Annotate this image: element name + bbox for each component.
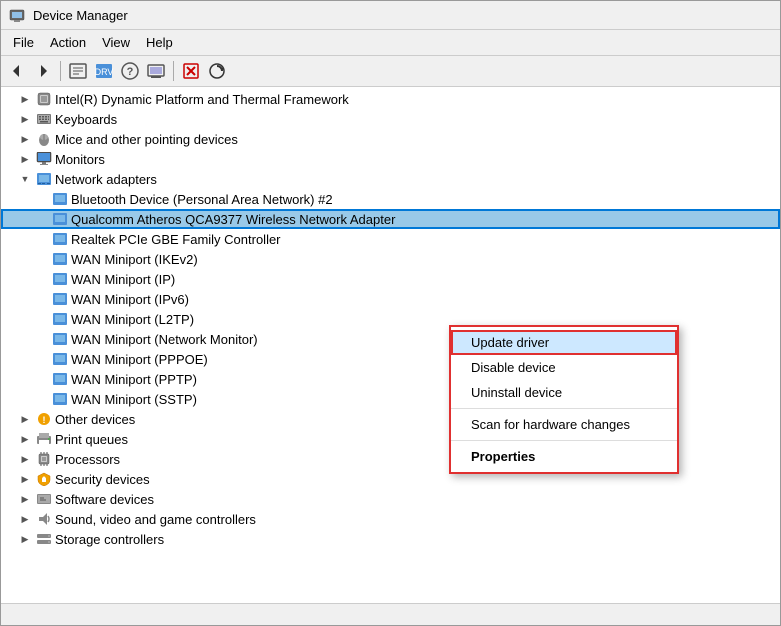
tree-item-monitors[interactable]: ▶ Monitors — [1, 149, 780, 169]
security-devices-icon — [36, 471, 52, 487]
display-device-button[interactable] — [144, 59, 168, 83]
mice-label: Mice and other pointing devices — [55, 132, 780, 147]
monitors-icon — [36, 151, 52, 167]
wan-ip-label: WAN Miniport (IP) — [71, 272, 780, 287]
tree-item-wan-ikev2[interactable]: ▶ WAN Miniport (IKEv2) — [1, 249, 780, 269]
svg-text:DRV: DRV — [95, 67, 114, 77]
expand-network-adapters[interactable]: ▼ — [17, 171, 33, 187]
expand-print-queues[interactable]: ▶ — [17, 431, 33, 447]
tree-item-storage[interactable]: ▶ Storage controllers — [1, 529, 780, 549]
expand-processors[interactable]: ▶ — [17, 451, 33, 467]
expand-security-devices[interactable]: ▶ — [17, 471, 33, 487]
content-area: ▶ Intel(R) Dynamic Platform and Thermal … — [1, 87, 780, 603]
tree-item-sound[interactable]: ▶ Sound, video and game controllers — [1, 509, 780, 529]
network-adapters-label: Network adapters — [55, 172, 780, 187]
wan-ipv6-label: WAN Miniport (IPv6) — [71, 292, 780, 307]
menu-file[interactable]: File — [5, 32, 42, 53]
software-devices-label: Software devices — [55, 492, 780, 507]
keyboards-icon — [36, 111, 52, 127]
context-menu-uninstall-device[interactable]: Uninstall device — [451, 380, 677, 405]
status-bar — [1, 603, 780, 625]
monitors-label: Monitors — [55, 152, 780, 167]
expand-monitors[interactable]: ▶ — [17, 151, 33, 167]
intel-thermal-label: Intel(R) Dynamic Platform and Thermal Fr… — [55, 92, 780, 107]
wan-ikev2-icon — [52, 251, 68, 267]
forward-button[interactable] — [31, 59, 55, 83]
wan-pptp-icon — [52, 371, 68, 387]
context-menu-disable-device[interactable]: Disable device — [451, 355, 677, 380]
sound-label: Sound, video and game controllers — [55, 512, 780, 527]
menu-help[interactable]: Help — [138, 32, 181, 53]
software-devices-icon — [36, 491, 52, 507]
wan-ikev2-label: WAN Miniport (IKEv2) — [71, 252, 780, 267]
bluetooth-icon — [52, 191, 68, 207]
keyboards-label: Keyboards — [55, 112, 780, 127]
title-text: Device Manager — [33, 8, 128, 23]
expand-software-devices[interactable]: ▶ — [17, 491, 33, 507]
svg-text:!: ! — [43, 415, 46, 425]
svg-text:?: ? — [127, 66, 134, 78]
tree-item-intel-thermal[interactable]: ▶ Intel(R) Dynamic Platform and Thermal … — [1, 89, 780, 109]
context-menu-scan-hardware[interactable]: Scan for hardware changes — [451, 412, 677, 437]
wan-pppoe-icon — [52, 351, 68, 367]
tree-item-realtek[interactable]: ▶ Realtek PCIe GBE Family Controller — [1, 229, 780, 249]
storage-icon — [36, 531, 52, 547]
expand-mice[interactable]: ▶ — [17, 131, 33, 147]
expand-keyboards[interactable]: ▶ — [17, 111, 33, 127]
scan-button[interactable] — [205, 59, 229, 83]
print-queues-icon — [36, 431, 52, 447]
intel-thermal-icon — [36, 91, 52, 107]
title-icon — [9, 7, 25, 23]
expand-sound[interactable]: ▶ — [17, 511, 33, 527]
context-separator-2 — [451, 440, 677, 441]
bluetooth-label: Bluetooth Device (Personal Area Network)… — [71, 192, 780, 207]
context-menu-update-driver[interactable]: Update driver — [451, 330, 677, 355]
menu-bar: File Action View Help — [1, 30, 780, 56]
update-driver-toolbar-button[interactable]: DRV — [92, 59, 116, 83]
separator-2 — [173, 61, 174, 81]
context-menu: Update driver Disable device Uninstall d… — [449, 325, 679, 474]
tree-item-software-devices[interactable]: ▶ Software devices — [1, 489, 780, 509]
help-button[interactable]: ? — [118, 59, 142, 83]
wan-ipv6-icon — [52, 291, 68, 307]
processors-icon — [36, 451, 52, 467]
back-button[interactable] — [5, 59, 29, 83]
sound-icon — [36, 511, 52, 527]
tree-item-keyboards[interactable]: ▶ Keyboards — [1, 109, 780, 129]
realtek-icon — [52, 231, 68, 247]
qualcomm-label: Qualcomm Atheros QCA9377 Wireless Networ… — [71, 212, 780, 227]
qualcomm-icon — [52, 211, 68, 227]
expand-other-devices[interactable]: ▶ — [17, 411, 33, 427]
tree-item-wan-ip[interactable]: ▶ WAN Miniport (IP) — [1, 269, 780, 289]
tree-item-network-adapters[interactable]: ▼ Network adapters — [1, 169, 780, 189]
expand-storage[interactable]: ▶ — [17, 531, 33, 547]
menu-action[interactable]: Action — [42, 32, 94, 53]
device-manager-window: Device Manager File Action View Help — [0, 0, 781, 626]
wan-ip-icon — [52, 271, 68, 287]
realtek-label: Realtek PCIe GBE Family Controller — [71, 232, 780, 247]
properties-button[interactable] — [66, 59, 90, 83]
context-separator-1 — [451, 408, 677, 409]
wan-netmon-icon — [52, 331, 68, 347]
network-adapters-icon — [36, 171, 52, 187]
separator-1 — [60, 61, 61, 81]
tree-item-qualcomm[interactable]: ▶ Qualcomm Atheros QCA9377 Wireless Netw… — [1, 209, 780, 229]
title-bar: Device Manager — [1, 1, 780, 30]
mice-icon — [36, 131, 52, 147]
wan-sstp-icon — [52, 391, 68, 407]
uninstall-button[interactable] — [179, 59, 203, 83]
storage-label: Storage controllers — [55, 532, 780, 547]
tree-item-wan-ipv6[interactable]: ▶ WAN Miniport (IPv6) — [1, 289, 780, 309]
toolbar: DRV ? — [1, 56, 780, 87]
tree-item-bluetooth[interactable]: ▶ Bluetooth Device (Personal Area Networ… — [1, 189, 780, 209]
wan-l2tp-icon — [52, 311, 68, 327]
tree-item-mice[interactable]: ▶ Mice and other pointing devices — [1, 129, 780, 149]
menu-view[interactable]: View — [94, 32, 138, 53]
expand-intel-thermal[interactable]: ▶ — [17, 91, 33, 107]
context-menu-properties[interactable]: Properties — [451, 444, 677, 469]
other-devices-icon: ! — [36, 411, 52, 427]
